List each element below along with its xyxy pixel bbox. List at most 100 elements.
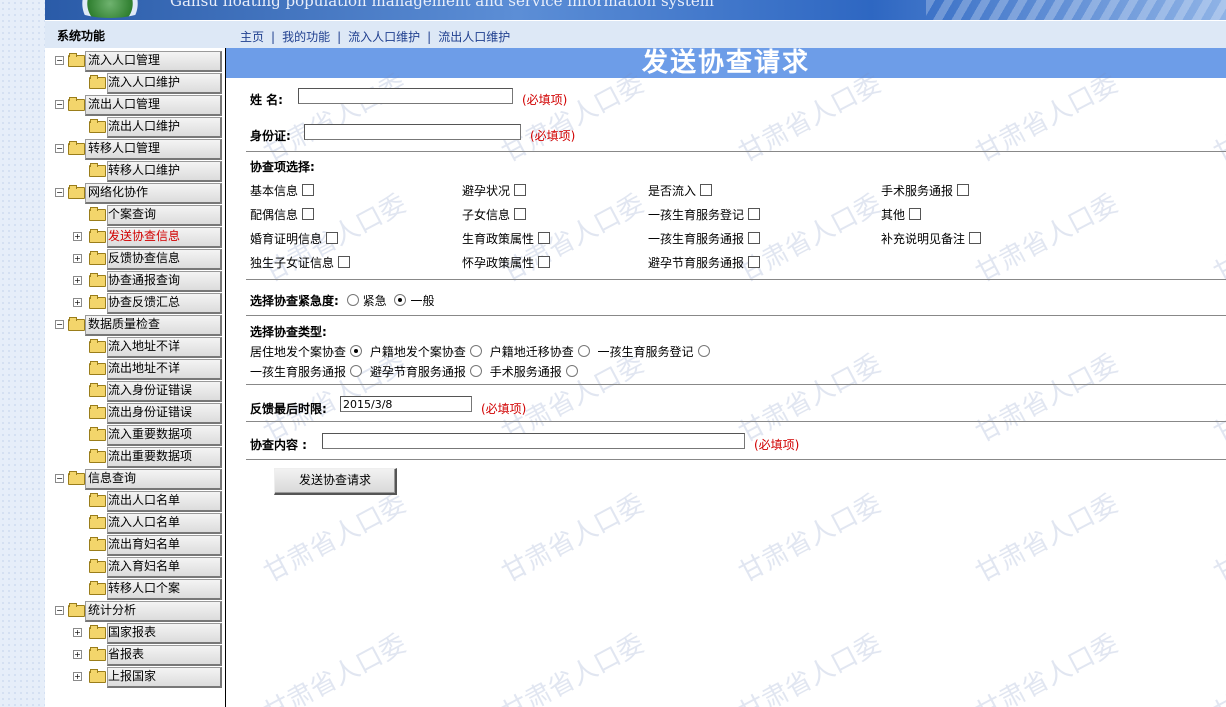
sidebar-item[interactable]: − 流出人口管理 [55,94,222,116]
checkbox-label: 婚育证明信息 [250,232,323,246]
sidebar-item[interactable]: − 统计分析 [55,600,222,622]
nav-link-my-functions[interactable]: 我的功能 [282,30,330,44]
nav-link-home[interactable]: 主页 [240,30,264,44]
type-radio[interactable] [565,365,578,377]
watermark-text: 甘肃省人口委 [734,348,887,449]
expand-toggle-icon[interactable]: + [73,232,82,241]
sidebar-item[interactable]: 流入重要数据项 [75,424,222,446]
expand-toggle-icon[interactable]: + [73,650,82,659]
sidebar-item[interactable]: 流出育妇名单 [75,534,222,556]
sidebar-item[interactable]: − 网络化协作 [55,182,222,204]
id-required-hint: (必填项) [530,129,576,143]
sidebar-item[interactable]: 国家报表 + [73,622,222,644]
checkbox-option: 避孕状况 [462,182,527,199]
folder-icon [68,141,85,155]
collapse-toggle-icon[interactable]: − [55,474,64,483]
watermark-text: 甘肃省人口委 [734,628,887,707]
sidebar-item[interactable]: 反馈协查信息 + [73,248,222,270]
sidebar-item[interactable]: 流出重要数据项 [75,446,222,468]
deadline-input[interactable]: 2015/3/8 [340,396,472,412]
type-radio[interactable] [469,345,482,357]
urgency-label: 选择协查紧急度: [250,294,339,308]
deadline-required-hint: (必填项) [481,402,527,416]
type-radio[interactable] [469,365,482,377]
sidebar-item[interactable]: − 转移人口管理 [55,138,222,160]
nav-links: 主页 | 我的功能 | 流入人口维护 | 流出人口维护 [240,30,511,44]
checkbox[interactable] [969,232,982,244]
sidebar-item-label: 流出育妇名单 [108,537,181,551]
checkbox[interactable] [957,184,970,196]
sidebar-item[interactable]: 流入地址不详 [75,336,222,358]
collapse-toggle-icon[interactable]: − [55,320,64,329]
id-input[interactable] [304,124,521,140]
sidebar-item[interactable]: − 流入人口管理 [55,50,222,72]
sidebar-item[interactable]: 流入人口名单 [75,512,222,534]
sidebar-item-label: 流入人口维护 [108,75,181,89]
urgency-option-urgent: 紧急 [362,294,387,308]
sidebar-item[interactable]: 转移人口个案 [75,578,222,600]
send-request-button[interactable]: 发送协查请求 [274,468,397,495]
folder-icon [89,537,106,551]
sidebar-item[interactable]: − 数据质量检查 [55,314,222,336]
sidebar-item[interactable]: 流入人口维护 [75,72,222,94]
checkbox-option: 基本信息 [250,182,315,199]
collapse-toggle-icon[interactable]: − [55,144,64,153]
nav-link-inflow-maintenance[interactable]: 流入人口维护 [348,30,420,44]
expand-toggle-icon[interactable]: + [73,254,82,263]
sidebar-item[interactable]: 转移人口维护 [75,160,222,182]
collapse-toggle-icon[interactable]: − [55,100,64,109]
sidebar-item[interactable]: 流出身份证错误 [75,402,222,424]
nav-link-outflow-maintenance[interactable]: 流出人口维护 [438,30,510,44]
watermark-text: 甘肃省人口委 [259,68,412,169]
sidebar-item[interactable]: 发送协查信息 + [73,226,222,248]
type-option: 手术服务通报 [489,365,562,379]
sidebar-item[interactable]: − 信息查询 [55,468,222,490]
type-radio[interactable] [577,345,590,357]
expand-toggle-icon[interactable]: + [73,276,82,285]
sidebar-item[interactable]: 流出人口名单 [75,490,222,512]
sidebar-item[interactable]: 协查反馈汇总 + [73,292,222,314]
type-radio[interactable] [350,365,363,377]
expand-toggle-icon[interactable]: + [73,298,82,307]
sidebar-item[interactable]: 个案查询 [75,204,222,226]
checkbox[interactable] [302,208,315,220]
checkbox[interactable] [538,232,551,244]
sidebar-item[interactable]: 流出地址不详 [75,358,222,380]
urgency-option-normal: 一般 [410,294,435,308]
checkbox[interactable] [700,184,713,196]
urgency-radio-normal[interactable] [394,294,407,306]
checkbox[interactable] [514,184,527,196]
content-input[interactable] [322,433,745,449]
name-input[interactable] [298,88,513,104]
checkbox[interactable] [514,208,527,220]
expand-toggle-icon[interactable]: + [73,628,82,637]
checkbox[interactable] [748,208,761,220]
collapse-toggle-icon[interactable]: − [55,606,64,615]
collapse-toggle-icon[interactable]: − [55,188,64,197]
checkbox[interactable] [326,232,339,244]
checkbox[interactable] [538,256,551,268]
checkbox[interactable] [338,256,351,268]
checkbox[interactable] [748,256,761,268]
type-radio[interactable] [350,345,363,357]
checkbox[interactable] [748,232,761,244]
sidebar-item[interactable]: 流入身份证错误 [75,380,222,402]
checkbox[interactable] [909,208,922,220]
expand-toggle-icon[interactable]: + [73,672,82,681]
system-functions-label: 系统功能 [57,29,106,43]
sidebar-item-label: 流入人口管理 [88,53,161,67]
sidebar-item-label: 转移人口个案 [108,581,181,595]
sidebar-item-label: 流入身份证错误 [108,383,193,397]
checkbox[interactable] [302,184,315,196]
type-radio[interactable] [697,345,710,357]
sidebar-item[interactable]: 协查通报查询 + [73,270,222,292]
sidebar-item[interactable]: 省报表 + [73,644,222,666]
folder-icon [89,515,106,529]
sidebar-item[interactable]: 流入育妇名单 [75,556,222,578]
sidebar-item[interactable]: 流出人口维护 [75,116,222,138]
sidebar-item[interactable]: 上报国家 + [73,666,222,688]
urgency-radio-urgent[interactable] [346,294,359,306]
sidebar-item-label: 流出重要数据项 [108,449,193,463]
collapse-toggle-icon[interactable]: − [55,56,64,65]
watermark-text: 甘肃省人口委 [971,188,1124,289]
